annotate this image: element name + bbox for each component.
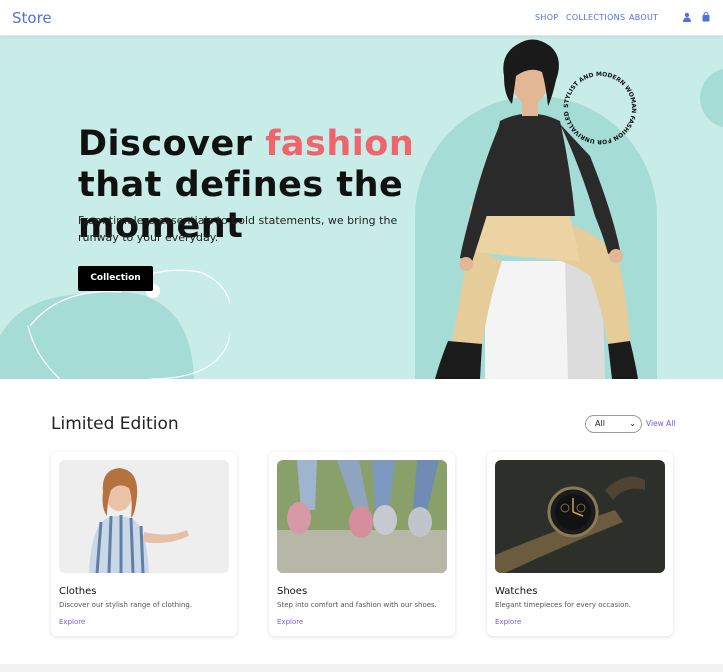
- card-description: Discover our stylish range of clothing.: [59, 601, 193, 609]
- section-title: Limited Edition: [51, 414, 179, 434]
- product-card-watches[interactable]: Watches Elegant timepieces for every occ…: [487, 452, 673, 636]
- card-title: Clothes: [59, 586, 97, 597]
- card-title: Shoes: [277, 586, 308, 597]
- page-footer-edge: [0, 664, 723, 672]
- card-description: Step into comfort and fashion with our s…: [277, 601, 437, 609]
- product-card-clothes[interactable]: Clothes Discover our stylish range of cl…: [51, 452, 237, 636]
- category-filter-select[interactable]: All ⌄: [585, 415, 642, 433]
- shoes-image: [277, 460, 447, 573]
- hero-banner: Discover fashion that defines the moment…: [0, 36, 723, 379]
- nav-about[interactable]: ABOUT: [629, 13, 658, 22]
- explore-link[interactable]: Explore: [277, 618, 303, 626]
- collection-button[interactable]: Collection: [78, 266, 153, 291]
- view-all-link[interactable]: View All: [646, 419, 675, 428]
- nav-shop[interactable]: SHOP: [535, 13, 558, 22]
- card-title: Watches: [495, 586, 538, 597]
- clothes-image: [59, 460, 229, 573]
- explore-link[interactable]: Explore: [495, 618, 521, 626]
- nav-collections[interactable]: COLLECTIONS: [566, 13, 625, 22]
- bag-icon[interactable]: [701, 12, 711, 22]
- explore-link[interactable]: Explore: [59, 618, 85, 626]
- hero-subtitle: From timeless essentials to bold stateme…: [78, 214, 398, 244]
- card-description: Elegant timepieces for every occasion.: [495, 601, 632, 609]
- filter-value: All: [595, 419, 605, 428]
- headline-accent-word: fashion: [265, 124, 415, 164]
- decorative-circle: [700, 68, 723, 128]
- user-icon[interactable]: [682, 12, 692, 22]
- top-navbar: Store SHOP COLLECTIONS ABOUT: [0, 0, 723, 36]
- chevron-down-icon: ⌄: [629, 419, 636, 428]
- hero-model-image: STYLIST AND MODERN WOMAN FASHION FOR UNR…: [430, 36, 638, 379]
- brand-logo[interactable]: Store: [12, 9, 52, 27]
- watches-image: [495, 460, 665, 573]
- product-card-shoes[interactable]: Shoes Step into comfort and fashion with…: [269, 452, 455, 636]
